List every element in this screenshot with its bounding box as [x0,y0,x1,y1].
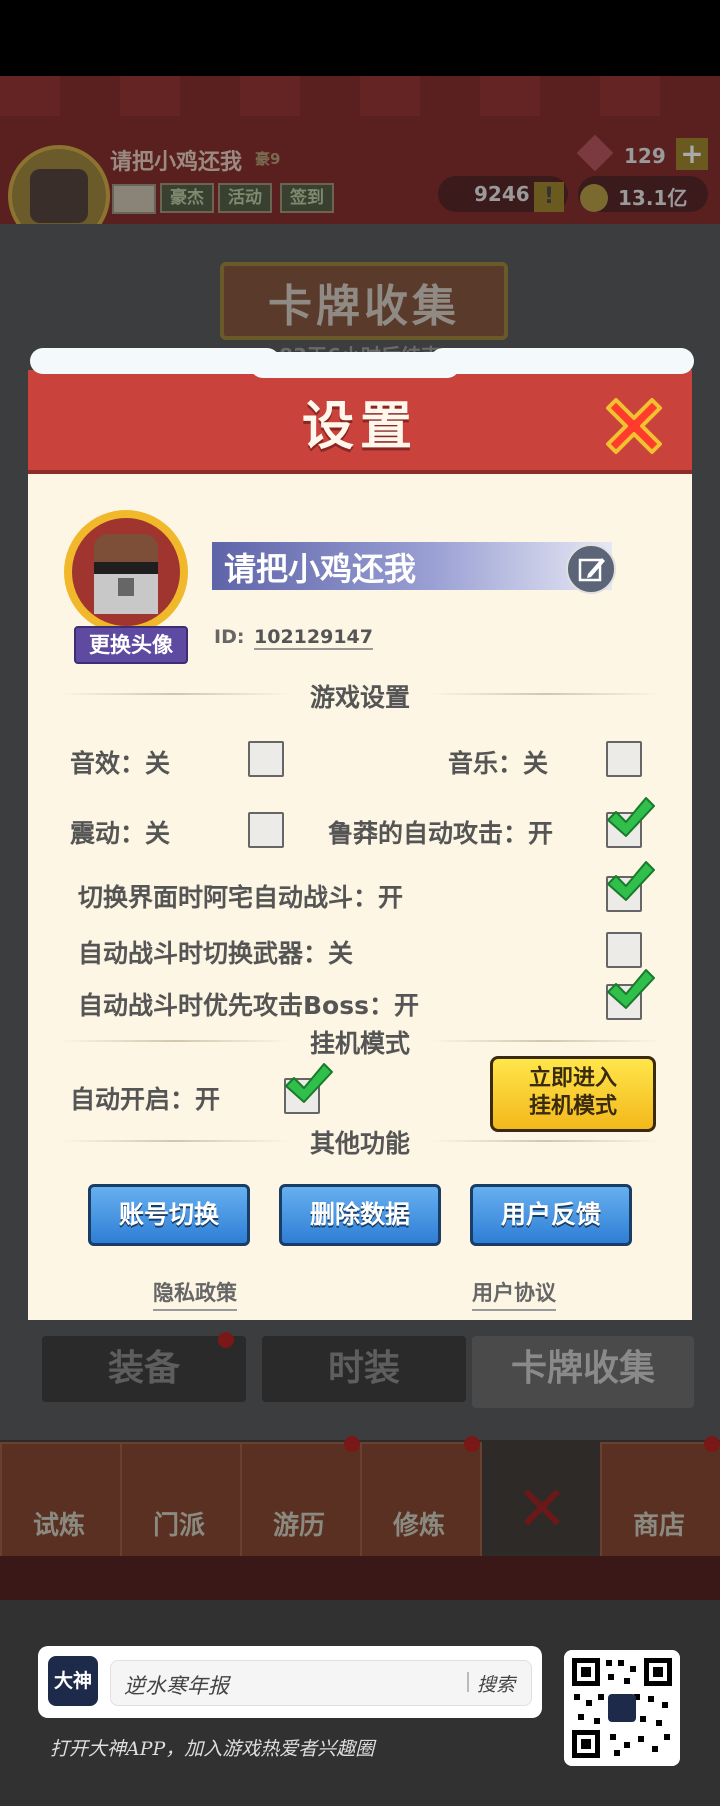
avatar[interactable] [72,518,180,626]
delete-data-button[interactable]: 删除数据 [279,1184,441,1246]
section-other-functions: 其他功能 [309,1129,410,1158]
checkmark-icon [607,861,655,901]
sound-label: 音效：关 [70,749,171,778]
privacy-policy-link[interactable]: 隐私政策 [153,1277,237,1311]
gold-count: 13.1亿 [618,186,688,210]
auto-boss-first-label: 自动战斗时优先攻击Boss：开 [78,991,419,1020]
enter-idle-mode-button[interactable]: 立即进入 挂机模式 [490,1056,656,1132]
music-label: 音乐：关 [448,749,549,778]
notification-dot [704,1436,720,1452]
change-avatar-button[interactable]: 更换头像 [74,626,188,664]
enter-idle-line-1: 立即进入 [528,1066,617,1091]
player-name: 请把小鸡还我 [224,550,417,588]
resource-count: 9246 [474,182,530,206]
vibration-label: 震动：关 [70,819,171,848]
notification-dot [464,1436,480,1452]
section-game-settings: 游戏设置 [309,683,410,712]
checkmark-icon [607,797,655,837]
tab-card-collection[interactable]: 卡牌收集 [472,1336,694,1408]
hud-button-events[interactable]: 活动 [218,183,272,213]
switch-account-button[interactable]: 账号切换 [88,1184,250,1246]
tab-equipment[interactable]: 装备 [42,1336,246,1402]
nav-close-icon[interactable]: ✕ [516,1478,568,1540]
vibration-checkbox[interactable] [248,812,284,848]
gold-coin-icon [580,184,608,212]
id-value: 102129147 [254,626,373,650]
nav-cultivate-label: 修炼 [392,1511,445,1541]
sound-checkbox[interactable] [248,741,284,777]
nav-trial-label: 试炼 [32,1511,85,1541]
auto-switch-weapon-label: 自动战斗时切换武器：关 [78,939,354,968]
close-icon[interactable] [600,392,668,460]
enter-idle-line-2: 挂机模式 [528,1094,617,1119]
nav-sect-label: 门派 [152,1511,205,1541]
dashen-logo: 大神 [48,1656,98,1706]
search-separator [467,1672,469,1692]
snow-decoration [30,348,280,374]
idle-auto-start-label: 自动开启：开 [70,1085,221,1114]
id-label: ID: [214,626,245,648]
auto-switch-weapon-checkbox[interactable] [606,932,642,968]
tab-fashion[interactable]: 时装 [262,1336,466,1402]
bottom-strip [0,1556,720,1600]
hud-player-name: 请把小鸡还我 [110,150,243,175]
snow-decoration [250,352,460,378]
search-query: 逆水寒年报 [124,1674,229,1698]
switch-auto-battle-label: 切换界面时阿宅自动战斗：开 [78,883,404,912]
checkmark-icon [285,1063,333,1103]
game-screen: 请把小鸡还我 豪9 豪杰 活动 签到 129 + 9246 ! 13.1亿 卡牌… [0,0,720,1806]
gem-count: 129 [624,144,666,168]
dialog-title: 设置 [301,397,418,457]
hud-button-heroes[interactable]: 豪杰 [160,183,214,213]
hud-rank: 豪9 [255,150,281,168]
user-agreement-link[interactable]: 用户协议 [472,1277,556,1311]
search-button[interactable]: 搜索 [477,1670,515,1697]
reckless-auto-label: 鲁莽的自动攻击：开 [328,819,554,848]
nav-travel-label: 游历 [272,1511,325,1541]
event-banner-title: 卡牌收集 [268,281,460,332]
alert-icon[interactable]: ! [534,182,564,212]
notification-dot [344,1436,360,1452]
qr-code [564,1650,680,1766]
promo-text: 打开大神APP，加入游戏热爱者兴趣圈 [50,1738,375,1760]
feedback-button[interactable]: 用户反馈 [470,1184,632,1246]
edit-icon[interactable] [566,544,616,594]
music-checkbox[interactable] [606,741,642,777]
section-idle-mode: 挂机模式 [309,1029,410,1058]
mail-icon[interactable] [112,184,156,214]
hud-button-checkin[interactable]: 签到 [280,183,334,213]
nav-shop-label: 商店 [632,1511,685,1541]
snow-decoration [430,348,694,374]
add-gems-button[interactable]: + [676,138,708,170]
checkmark-icon [607,969,655,1009]
notification-dot [218,1332,234,1348]
